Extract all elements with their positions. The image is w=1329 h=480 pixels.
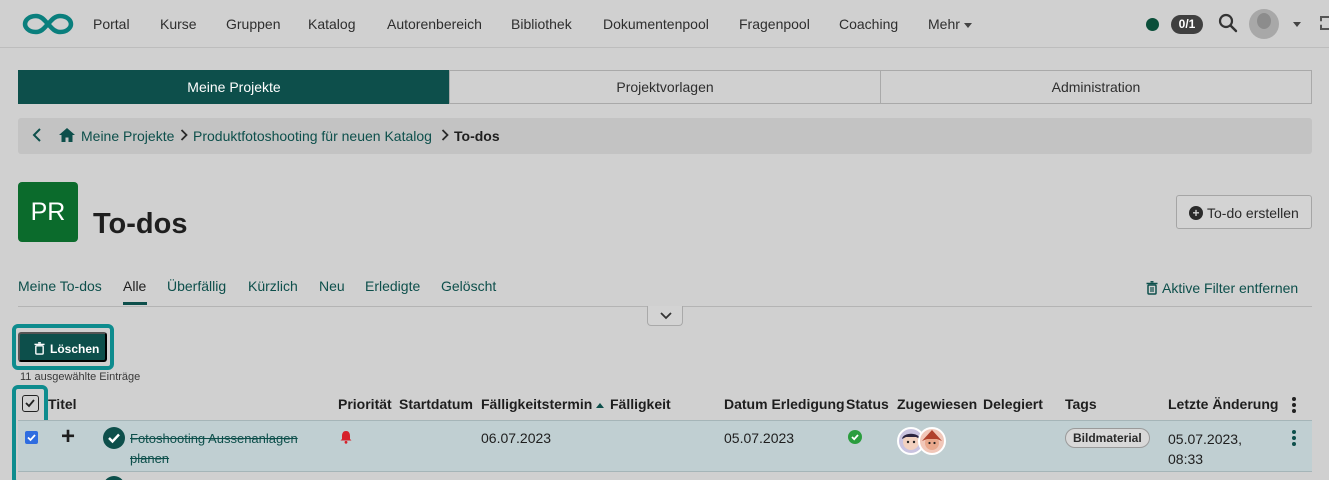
breadcrumb-project[interactable]: Produktfotoshooting für neuen Katalog <box>193 128 432 144</box>
trash-icon <box>1146 281 1158 295</box>
filter-erledigte[interactable]: Erledigte <box>365 278 420 294</box>
user-avatar[interactable] <box>1249 9 1279 39</box>
col-tags[interactable]: Tags <box>1065 396 1097 412</box>
breadcrumb-current: To-dos <box>454 128 500 144</box>
avatar-illustration-icon <box>922 430 942 450</box>
fullscreen-icon[interactable] <box>1320 16 1329 30</box>
project-badge: PR <box>18 182 78 242</box>
nav-katalog[interactable]: Katalog <box>308 16 355 32</box>
tag-badge[interactable]: Bildmaterial <box>1065 428 1150 448</box>
nav-kurse[interactable]: Kurse <box>160 16 197 32</box>
nav-gruppen[interactable]: Gruppen <box>226 16 280 32</box>
clear-filters-link[interactable]: Aktive Filter entfernen <box>1146 280 1298 296</box>
active-tab-indicator <box>123 302 147 305</box>
check-circle-icon <box>848 430 862 444</box>
top-navigation: Portal Kurse Gruppen Katalog Autorenbere… <box>0 0 1329 48</box>
create-todo-label: To-do erstellen <box>1207 205 1299 221</box>
check-circle-icon[interactable] <box>103 427 125 449</box>
table-row <box>18 472 1312 480</box>
counter-badge[interactable]: 0/1 <box>1171 15 1203 34</box>
nav-mehr[interactable]: Mehr <box>928 16 972 32</box>
delete-button[interactable]: Löschen <box>18 332 107 362</box>
col-startdatum[interactable]: Startdatum <box>399 396 473 412</box>
expand-row-icon[interactable]: + <box>61 425 79 449</box>
page-title: To-dos <box>93 208 188 240</box>
checkmark-icon <box>27 434 36 442</box>
avatar[interactable] <box>918 427 946 455</box>
filter-ueberfaellig[interactable]: Überfällig <box>167 278 226 294</box>
search-icon[interactable] <box>1218 13 1238 33</box>
col-titel[interactable]: Titel <box>48 396 77 412</box>
todo-title-link[interactable]: Fotoshooting Aussenanlagen planen <box>130 429 325 469</box>
chevron-right-icon <box>180 129 188 141</box>
selected-count: 11 ausgewählte Einträge <box>20 371 141 383</box>
table-options-icon[interactable] <box>1292 397 1296 415</box>
due-date: 06.07.2023 <box>481 430 552 446</box>
checkmark-icon <box>851 434 859 441</box>
last-change: 05.07.2023, 08:33 <box>1168 431 1242 467</box>
col-delegiert[interactable]: Delegiert <box>983 396 1043 412</box>
col-datum-erledigung[interactable]: Datum Erledigung <box>724 396 845 412</box>
filter-geloescht[interactable]: Gelöscht <box>441 278 496 294</box>
delete-label: Löschen <box>50 342 100 356</box>
col-faelligkeit[interactable]: Fälligkeit <box>610 396 671 412</box>
chevron-down-icon <box>963 22 972 28</box>
nav-mehr-label: Mehr <box>928 16 960 32</box>
col-letzte-aenderung[interactable]: Letzte Änderung <box>1168 396 1278 412</box>
chevron-right-icon <box>441 129 449 141</box>
nav-coaching[interactable]: Coaching <box>839 16 898 32</box>
sort-ascending-icon <box>596 402 605 408</box>
filter-meine-todos[interactable]: Meine To-dos <box>18 278 102 294</box>
nav-autorenbereich[interactable]: Autorenbereich <box>387 16 482 32</box>
breadcrumb-meine-projekte[interactable]: Meine Projekte <box>81 128 174 144</box>
row-checkbox[interactable] <box>25 431 38 444</box>
clear-filters-label: Aktive Filter entfernen <box>1162 280 1299 296</box>
tab-meine-projekte[interactable]: Meine Projekte <box>18 70 450 104</box>
plus-circle-icon: + <box>1189 206 1203 220</box>
col-status[interactable]: Status <box>846 396 889 412</box>
col-faelligkeitstermin-label: Fälligkeitstermin <box>481 396 593 412</box>
tab-administration[interactable]: Administration <box>880 70 1312 104</box>
online-status-icon[interactable] <box>1146 18 1159 31</box>
create-todo-button[interactable]: + To-do erstellen <box>1176 195 1312 229</box>
filter-neu[interactable]: Neu <box>319 278 345 294</box>
tab-projektvorlagen[interactable]: Projektvorlagen <box>449 70 881 104</box>
nav-bibliothek[interactable]: Bibliothek <box>511 16 572 32</box>
bell-icon <box>340 431 352 444</box>
expand-filters-button[interactable] <box>647 306 683 326</box>
select-all-checkbox[interactable] <box>22 395 39 412</box>
done-date: 05.07.2023 <box>724 430 795 446</box>
chevron-down-icon[interactable] <box>1293 22 1301 27</box>
checkmark-icon <box>25 399 35 408</box>
filter-alle[interactable]: Alle <box>123 278 146 294</box>
col-zugewiesen[interactable]: Zugewiesen <box>897 396 977 412</box>
chevron-down-icon <box>660 312 672 320</box>
nav-dokumentenpool[interactable]: Dokumentenpool <box>603 16 709 32</box>
infinity-logo-icon[interactable] <box>22 12 74 36</box>
col-prioritaet[interactable]: Priorität <box>338 396 392 412</box>
filter-kuerzlich[interactable]: Kürzlich <box>248 278 298 294</box>
checkmark-icon <box>108 433 120 444</box>
nav-portal[interactable]: Portal <box>93 16 130 32</box>
chevron-left-icon[interactable] <box>32 128 42 142</box>
breadcrumb: Meine Projekte Produktfotoshooting für n… <box>18 118 1312 154</box>
row-options-icon[interactable] <box>1292 430 1296 448</box>
home-icon[interactable] <box>58 127 76 143</box>
col-faelligkeitstermin[interactable]: Fälligkeitstermin <box>481 396 605 412</box>
trash-icon <box>34 342 45 355</box>
nav-fragenpool[interactable]: Fragenpool <box>739 16 810 32</box>
